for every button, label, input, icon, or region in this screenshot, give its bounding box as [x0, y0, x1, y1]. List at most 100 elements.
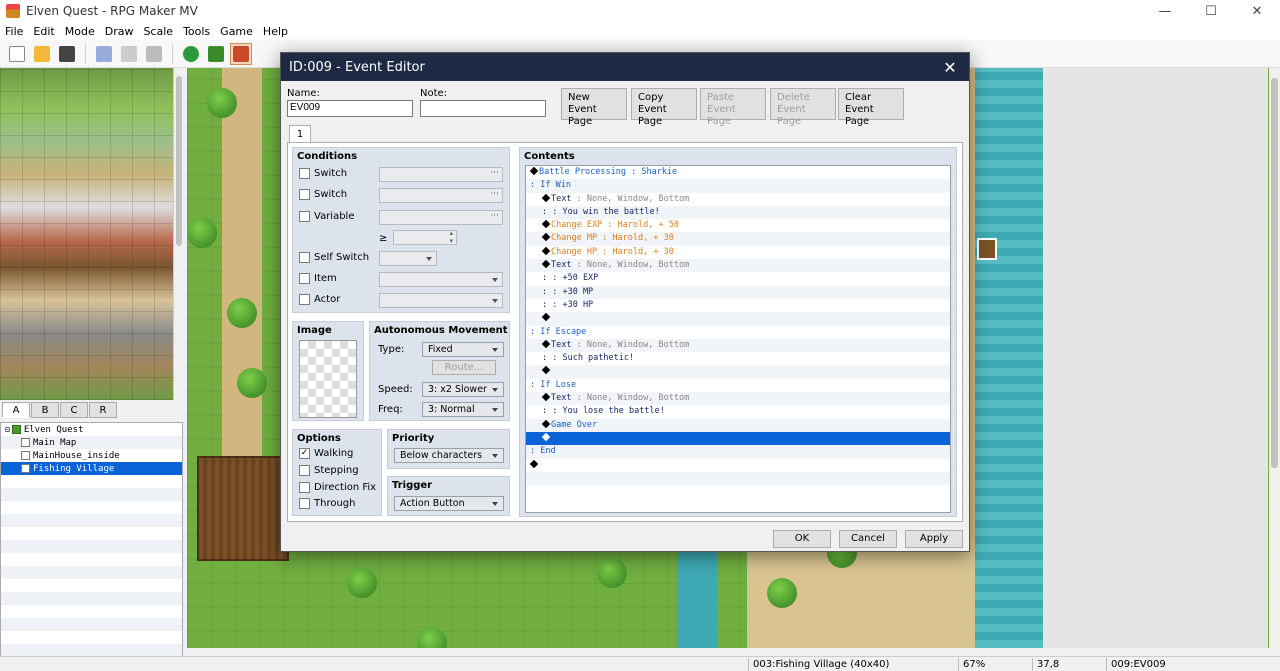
command-text: : If Escape [530, 326, 587, 337]
menu-tools[interactable]: Tools [178, 25, 215, 38]
self-switch-checkbox[interactable] [299, 252, 310, 263]
through-checkbox[interactable] [299, 498, 310, 509]
save-project-icon[interactable] [56, 43, 78, 65]
self-switch-dropdown[interactable] [379, 251, 437, 266]
route-button[interactable]: Route... [432, 360, 496, 375]
map-tree-item-fishing-village[interactable]: Fishing Village [1, 462, 182, 475]
command-row[interactable] [526, 431, 950, 446]
tab-page-1[interactable]: 1 [289, 125, 311, 143]
menu-edit[interactable]: Edit [28, 25, 59, 38]
close-icon[interactable]: ✕ [939, 57, 961, 77]
actor-dropdown[interactable] [379, 293, 503, 308]
map-horizontal-scrollbar[interactable] [187, 648, 1269, 656]
tileset-tab-a[interactable]: A [2, 402, 30, 418]
command-marker-icon [541, 392, 551, 402]
open-project-icon[interactable] [31, 43, 53, 65]
tileset-tab-c[interactable]: C [60, 402, 88, 418]
event-command-list[interactable]: Battle Processing : Sharkie: If Win Text … [525, 165, 951, 513]
direction-fix-checkbox[interactable] [299, 482, 310, 493]
ok-button[interactable]: OK [773, 530, 831, 548]
map-tree-item-main-map[interactable]: Main Map [1, 436, 182, 449]
command-row[interactable]: : If Escape [526, 326, 950, 339]
event-image-preview[interactable] [299, 340, 357, 418]
clear-event-page-button[interactable]: Clear Event Page [838, 88, 904, 127]
menu-help[interactable]: Help [258, 25, 293, 38]
apply-button[interactable]: Apply [905, 530, 963, 548]
cut-icon[interactable] [93, 43, 115, 65]
map-tree-item-elven-quest[interactable]: ⊟ Elven Quest [1, 423, 182, 436]
variable-checkbox[interactable] [299, 211, 310, 222]
item-dropdown[interactable] [379, 272, 503, 287]
tileset-tab-r[interactable]: R [89, 402, 117, 418]
item-checkbox[interactable] [299, 273, 310, 284]
command-row[interactable]: Battle Processing : Sharkie [526, 166, 950, 179]
map-tree-item-mainhouse-inside[interactable]: MainHouse_inside [1, 449, 182, 462]
event-cursor[interactable] [977, 238, 997, 260]
command-row[interactable]: : End [526, 445, 950, 459]
map-vertical-scrollbar[interactable] [1269, 68, 1280, 656]
undo-icon[interactable] [180, 43, 202, 65]
paste-event-page-button[interactable]: Paste Event Page [700, 88, 766, 127]
map-mode-icon[interactable] [205, 43, 227, 65]
command-row[interactable]: Text : None, Window, Bottom [526, 193, 950, 206]
event-mode-icon[interactable] [230, 42, 252, 65]
command-row[interactable]: : : +30 MP [526, 285, 950, 299]
close-window-icon[interactable]: ✕ [1234, 0, 1280, 22]
name-input[interactable]: EV009 [287, 100, 413, 117]
priority-dropdown[interactable]: Below characters [394, 448, 504, 463]
command-row[interactable]: : : You win the battle! [526, 205, 950, 220]
switch1-checkbox[interactable] [299, 168, 310, 179]
command-row[interactable] [526, 365, 950, 379]
menu-scale[interactable]: Scale [138, 25, 178, 38]
tileset-tab-b[interactable]: B [31, 402, 59, 418]
command-row[interactable]: : : +30 HP [526, 299, 950, 312]
stepping-checkbox[interactable] [299, 465, 310, 476]
command-text: : End [530, 446, 556, 457]
actor-checkbox[interactable] [299, 294, 310, 305]
new-event-page-button[interactable]: New Event Page [561, 88, 627, 127]
command-row[interactable]: Text : None, Window, Bottom [526, 392, 950, 406]
paste-icon[interactable] [143, 43, 165, 65]
walking-checkbox[interactable]: ✓ [299, 448, 310, 459]
note-input[interactable] [420, 100, 546, 117]
copy-event-page-button[interactable]: Copy Event Page [631, 88, 697, 127]
movement-speed-dropdown[interactable]: 3: x2 Slower [422, 382, 504, 397]
command-row[interactable] [526, 312, 950, 326]
menu-draw[interactable]: Draw [100, 25, 139, 38]
collapse-icon[interactable]: ⊟ [5, 425, 10, 434]
menu-mode[interactable]: Mode [60, 25, 100, 38]
switch1-selector[interactable]: ··· [379, 167, 503, 182]
switch2-checkbox[interactable] [299, 189, 310, 200]
variable-value-spinner[interactable]: ▴ ▾ [393, 229, 457, 245]
command-row[interactable]: : : Such pathetic! [526, 352, 950, 365]
trigger-dropdown[interactable]: Action Button [394, 496, 504, 511]
command-row[interactable]: Game Over [526, 418, 950, 432]
delete-event-page-button[interactable]: Delete Event Page [770, 88, 836, 127]
copy-icon[interactable] [118, 43, 140, 65]
command-row[interactable] [526, 459, 950, 472]
menu-game[interactable]: Game [215, 25, 258, 38]
command-row[interactable]: Change EXP : Harold, + 50 [526, 219, 950, 232]
movement-freq-dropdown[interactable]: 3: Normal [422, 402, 504, 417]
command-row[interactable] [526, 485, 950, 498]
command-row[interactable]: Text : None, Window, Bottom [526, 259, 950, 273]
command-row[interactable]: Change MP : Harold, + 30 [526, 232, 950, 246]
tileset-scrollbar[interactable] [173, 68, 183, 400]
command-row[interactable]: : If Lose [526, 379, 950, 392]
command-row[interactable]: : If Win [526, 179, 950, 193]
movement-type-dropdown[interactable]: Fixed [422, 342, 504, 357]
tileset-palette[interactable] [0, 68, 183, 400]
menu-file[interactable]: File [0, 25, 28, 38]
command-row[interactable]: : : You lose the battle! [526, 405, 950, 418]
minimize-icon[interactable]: — [1142, 0, 1188, 22]
command-row[interactable]: : : +50 EXP [526, 272, 950, 285]
command-row[interactable]: Text : None, Window, Bottom [526, 338, 950, 353]
new-project-icon[interactable] [6, 43, 28, 65]
cancel-button[interactable]: Cancel [839, 530, 897, 548]
switch2-selector[interactable]: ··· [379, 188, 503, 203]
variable-selector[interactable]: ··· [379, 210, 503, 225]
maximize-icon[interactable]: ☐ [1188, 0, 1234, 22]
command-row[interactable]: Change HP : Harold, + 30 [526, 246, 950, 259]
command-row[interactable] [526, 471, 950, 486]
speed-label: Speed: [378, 384, 413, 395]
